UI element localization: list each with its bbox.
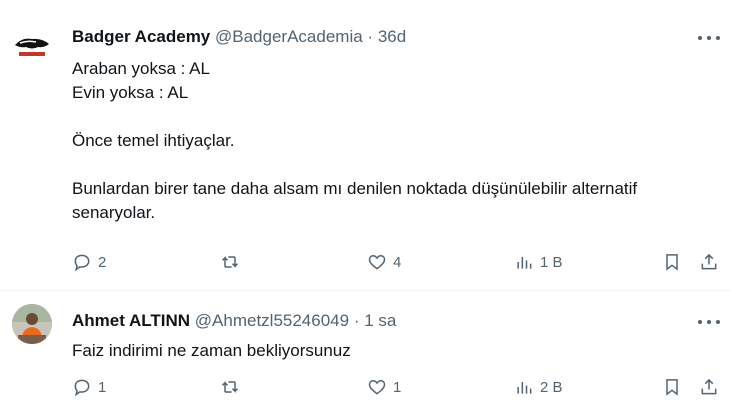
heart-icon: [368, 254, 386, 270]
more-icon[interactable]: [698, 28, 720, 48]
like-count: 4: [393, 253, 402, 271]
tweet-text: Faiz indirimi ne zaman bekliyorsunuz: [72, 339, 722, 363]
avatar-photo-icon: [12, 304, 52, 344]
tweet-header: Ahmet ALTINN @Ahmetzl55246049 · 1 sa: [72, 311, 396, 331]
views-count: 1 B: [540, 253, 563, 271]
tweet[interactable]: Badger Academy @BadgerAcademia · 36d Ara…: [0, 0, 730, 291]
timestamp[interactable]: 36d: [378, 27, 406, 46]
tweet-line: Bunlardan birer tane daha alsam mı denil…: [72, 179, 638, 222]
tweet-actions: 1 1 2 B: [72, 375, 722, 399]
display-name[interactable]: Ahmet ALTINN: [72, 311, 190, 330]
views-count: 2 B: [540, 378, 563, 396]
reply-button[interactable]: 2: [72, 250, 106, 274]
retweet-icon: [221, 381, 239, 393]
bookmark-button[interactable]: [662, 250, 682, 274]
share-icon: [701, 378, 717, 395]
reply-count: 1: [98, 378, 107, 396]
views-button[interactable]: 2 B: [514, 375, 563, 399]
tweet-text: Araban yoksa : AL Evin yoksa : AL Önce t…: [72, 57, 722, 225]
retweet-button[interactable]: [220, 250, 240, 274]
separator: ·: [367, 27, 374, 46]
like-button[interactable]: 4: [367, 250, 401, 274]
user-handle[interactable]: @Ahmetzl55246049: [195, 311, 349, 330]
share-button[interactable]: [699, 250, 719, 274]
tweet-line: Evin yoksa : AL: [72, 83, 189, 102]
views-button[interactable]: 1 B: [514, 250, 563, 274]
tweet-line: Araban yoksa : AL: [72, 59, 210, 78]
bookmark-icon: [666, 379, 678, 396]
tweet-line: Faiz indirimi ne zaman bekliyorsunuz: [72, 341, 351, 360]
heart-icon: [368, 379, 386, 395]
retweet-icon: [221, 256, 239, 268]
like-button[interactable]: 1: [367, 375, 401, 399]
user-handle[interactable]: @BadgerAcademia: [215, 27, 363, 46]
reply-icon: [74, 254, 90, 272]
like-count: 1: [393, 378, 402, 396]
timestamp[interactable]: 1 sa: [364, 311, 396, 330]
views-icon: [517, 382, 532, 394]
avatar[interactable]: [12, 304, 52, 344]
badger-logo-icon: [15, 38, 49, 56]
tweet[interactable]: Ahmet ALTINN @Ahmetzl55246049 · 1 sa Fai…: [0, 291, 730, 420]
more-icon[interactable]: [698, 312, 720, 332]
share-button[interactable]: [699, 375, 719, 399]
avatar[interactable]: [12, 28, 52, 68]
reply-icon: [74, 379, 90, 397]
bookmark-button[interactable]: [662, 375, 682, 399]
tweet-line: Önce temel ihtiyaçlar.: [72, 131, 235, 150]
bookmark-icon: [666, 254, 678, 271]
display-name[interactable]: Badger Academy: [72, 27, 210, 46]
separator: ·: [353, 311, 360, 330]
reply-button[interactable]: 1: [72, 375, 106, 399]
tweet-actions: 2 4 1 B: [72, 250, 722, 274]
retweet-button[interactable]: [220, 375, 240, 399]
share-icon: [701, 253, 717, 270]
tweet-header: Badger Academy @BadgerAcademia · 36d: [72, 27, 406, 47]
views-icon: [517, 257, 532, 269]
reply-count: 2: [98, 253, 107, 271]
